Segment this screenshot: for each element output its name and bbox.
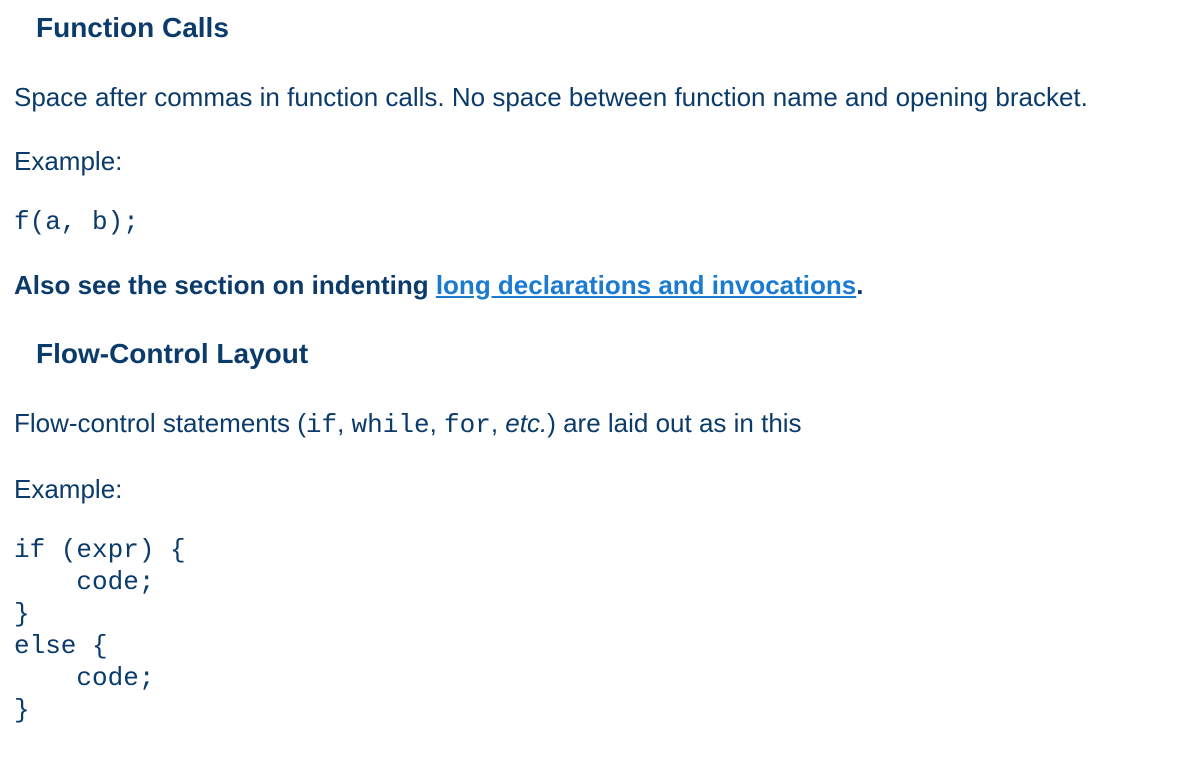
function-calls-heading: Function Calls <box>36 12 229 43</box>
indenting-note: Also see the section on indenting long d… <box>14 272 863 298</box>
example-label-2: Example: <box>14 474 123 504</box>
code-example-function-call: f(a, b); <box>14 207 139 237</box>
example-label-1: Example: <box>14 146 123 176</box>
flow-control-text-prefix: Flow-control statements ( <box>14 408 306 438</box>
indenting-note-period: . <box>856 270 864 300</box>
keyword-for: for <box>444 410 491 440</box>
long-declarations-link[interactable]: long declarations and invocations <box>436 270 856 300</box>
keyword-while: while <box>351 410 430 440</box>
document-page: Function Calls Space after commas in fun… <box>0 0 1194 758</box>
flow-control-description: Flow-control statements (if, while, for,… <box>14 410 802 438</box>
keyword-if: if <box>305 410 338 440</box>
separator-2: , <box>429 408 445 438</box>
function-calls-description: Space after commas in function calls. No… <box>14 82 1088 112</box>
etc-text: etc. <box>505 408 548 438</box>
code-example-flow-control: if (expr) { code; } else { code; } <box>14 535 186 725</box>
flow-control-text-suffix: ) are laid out as in this <box>547 408 802 438</box>
flow-control-heading: Flow-Control Layout <box>36 338 309 369</box>
indenting-note-text: Also see the section on indenting <box>14 270 436 300</box>
separator-3: , <box>490 408 506 438</box>
separator-1: , <box>337 408 352 438</box>
